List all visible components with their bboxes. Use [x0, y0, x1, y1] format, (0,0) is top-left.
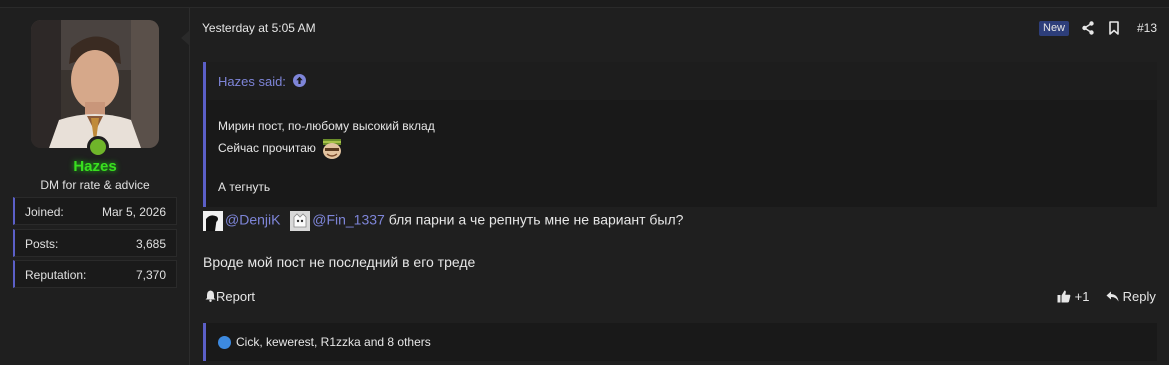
- bell-icon: [205, 290, 216, 302]
- thumbs-up-icon: [1057, 290, 1071, 303]
- user-info-panel: Hazes DM for rate & advice Joined: Mar 5…: [0, 8, 190, 365]
- message-line-mentions: @DenjiK @Fin_1337 бля парни а че репнуть…: [203, 211, 683, 231]
- reply-label: Reply: [1122, 289, 1156, 304]
- stat-label: Reputation:: [25, 268, 87, 282]
- online-status-indicator: [87, 136, 109, 158]
- avatar-denjik[interactable]: [203, 211, 223, 231]
- arrow-up-circle-icon[interactable]: [292, 73, 307, 88]
- report-label: Report: [216, 289, 256, 304]
- stat-posts: Posts: 3,685: [13, 229, 177, 257]
- mention-link[interactable]: @Fin_1337: [312, 212, 385, 228]
- quote-line: А тегнуть: [218, 180, 271, 194]
- bookmark-icon[interactable]: [1108, 21, 1120, 35]
- mention-link[interactable]: @DenjiK: [225, 212, 280, 228]
- reactions-summary[interactable]: Cick, kewerest, R1zzka and 8 others: [236, 335, 431, 349]
- quote-block: Hazes said: Мирин пост, по-любому высоки…: [203, 62, 1157, 207]
- quote-line-text: Сейчас прочитаю: [218, 141, 316, 156]
- user-cell-arrow: [181, 30, 190, 46]
- post-container: Hazes DM for rate & advice Joined: Mar 5…: [0, 7, 1169, 365]
- new-badge: New: [1039, 21, 1070, 36]
- message-content: Yesterday at 5:05 AM New #13 Hazes said:…: [191, 8, 1169, 365]
- share-icon[interactable]: [1082, 21, 1094, 35]
- avatar-fin-1337[interactable]: [290, 211, 311, 231]
- message-text: Вроде мой пост не последний в его треде: [203, 254, 476, 270]
- stat-value: 7,370: [135, 268, 166, 282]
- post-date[interactable]: Yesterday at 5:05 AM: [202, 21, 316, 35]
- stat-value: Mar 5, 2026: [101, 205, 166, 219]
- user-title: DM for rate & advice: [40, 178, 150, 192]
- stat-reputation: Reputation: 7,370: [13, 260, 177, 288]
- report-button[interactable]: Report: [205, 289, 255, 304]
- like-count: +1: [1074, 289, 1090, 304]
- post-number[interactable]: #13: [1137, 21, 1157, 35]
- reply-button[interactable]: Reply: [1106, 289, 1156, 304]
- reactions-bar[interactable]: Cick, kewerest, R1zzka and 8 others: [203, 323, 1157, 361]
- reply-icon: [1106, 291, 1119, 302]
- stat-label: Joined:: [25, 205, 64, 219]
- emoji-reading-icon: [323, 139, 342, 159]
- stat-joined: Joined: Mar 5, 2026: [13, 197, 177, 225]
- stat-label: Posts:: [25, 237, 59, 251]
- username[interactable]: Hazes: [0, 158, 190, 175]
- avatar-image: [31, 20, 159, 148]
- quote-author[interactable]: Hazes said:: [218, 74, 286, 89]
- quote-line: Сейчас прочитаю: [218, 138, 343, 160]
- like-reaction-icon: [218, 336, 231, 349]
- like-button[interactable]: +1: [1057, 289, 1089, 304]
- stat-value[interactable]: 3,685: [136, 237, 166, 251]
- message-text: бля парни а че репнуть мне не вариант бы…: [388, 211, 684, 228]
- quote-line: Мирин пост, по-любому высокий вклад: [218, 119, 435, 133]
- avatar[interactable]: [31, 20, 159, 148]
- quote-header: Hazes said:: [206, 62, 1157, 100]
